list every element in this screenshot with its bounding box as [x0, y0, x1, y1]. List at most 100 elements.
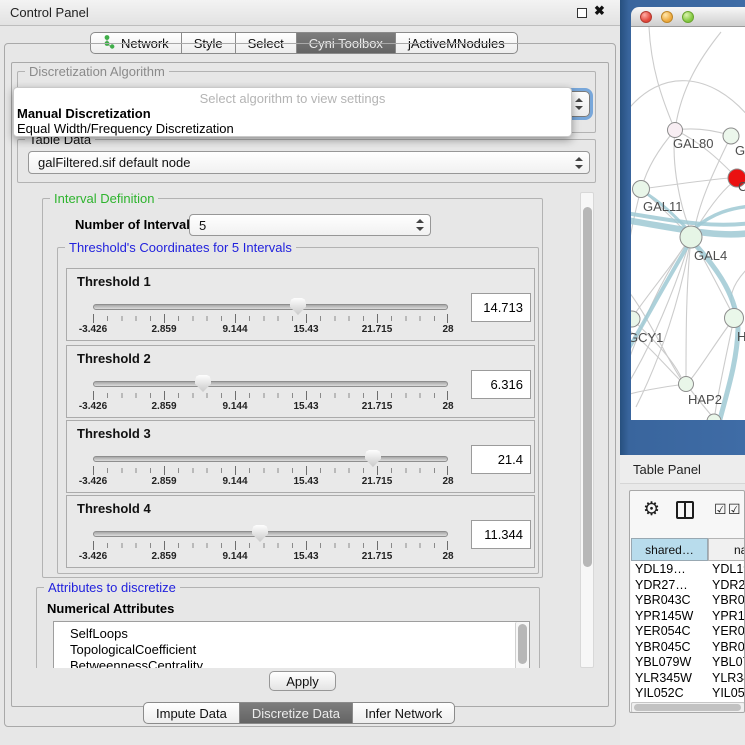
- table-hscrollbar-thumb[interactable]: [634, 704, 741, 711]
- table-row[interactable]: YIL052CYIL05: [631, 685, 745, 701]
- node-label: GAL4: [694, 248, 727, 263]
- algorithm-popup-prompt: Select algorithm to view settings: [14, 91, 571, 106]
- table-horizontal-scrollbar[interactable]: [631, 702, 745, 713]
- threshold-slider[interactable]: -3.4262.8599.14415.4321.71528: [93, 346, 448, 419]
- columns-icon[interactable]: [676, 501, 694, 519]
- network-window-titlebar[interactable]: [631, 7, 745, 27]
- slider-major-tick: [93, 391, 94, 400]
- minimize-traffic-light-icon[interactable]: [661, 11, 673, 23]
- interval-definition-group: Interval Definition Number of Intervals …: [42, 198, 543, 578]
- attribute-list-item[interactable]: TopologicalCoefficient: [70, 642, 196, 657]
- table-row[interactable]: YDR27…YDR27: [631, 577, 745, 593]
- table-row[interactable]: YBL079WYBL07: [631, 654, 745, 670]
- number-of-intervals-combobox[interactable]: 5: [189, 214, 431, 236]
- number-of-intervals-label: Number of Intervals: [75, 217, 197, 232]
- slider-tick-label: 28: [442, 324, 453, 335]
- slider-thumb[interactable]: [365, 450, 381, 467]
- table-data-combobox[interactable]: galFiltered.sif default node: [28, 151, 590, 174]
- attribute-list-item[interactable]: SelfLoops: [70, 626, 128, 641]
- threshold-slider[interactable]: -3.4262.8599.14415.4321.71528: [93, 269, 448, 342]
- gear-icon[interactable]: ⚙: [643, 500, 660, 519]
- network-edge[interactable]: [631, 384, 686, 395]
- table-toolbar: ⚙ ☑ ☑: [630, 491, 744, 538]
- slider-thumb[interactable]: [195, 375, 211, 392]
- slider-major-tick: [306, 466, 307, 475]
- threshold-value-field[interactable]: [471, 445, 531, 474]
- slider-tick-label: 2.859: [151, 401, 176, 412]
- network-edge[interactable]: [631, 189, 641, 287]
- threshold-value-field[interactable]: [471, 370, 531, 399]
- node-green-right[interactable]: [723, 128, 739, 144]
- column-header-name[interactable]: na: [708, 538, 745, 561]
- checkbox-icon[interactable]: ☑: [728, 502, 741, 516]
- slider-thumb[interactable]: [290, 298, 306, 315]
- algorithm-option[interactable]: Manual Discretization: [17, 106, 151, 121]
- close-icon[interactable]: ✖: [594, 3, 605, 19]
- float-window-icon[interactable]: [577, 8, 587, 18]
- cell-name: YDR27: [712, 578, 745, 592]
- thresholds-group: Threshold's Coordinates for 5 Intervals …: [57, 247, 539, 574]
- slider-tick-label: 9.144: [222, 401, 247, 412]
- checkbox-icon[interactable]: ☑: [714, 502, 727, 516]
- tab-impute-data[interactable]: Impute Data: [143, 702, 240, 724]
- algorithm-option[interactable]: Equal Width/Frequency Discretization: [17, 121, 234, 136]
- node-gal11[interactable]: [633, 181, 650, 198]
- node-hap2[interactable]: [679, 377, 694, 392]
- table-row[interactable]: YER054CYER05: [631, 623, 745, 639]
- network-edge[interactable]: [631, 81, 745, 117]
- network-edge[interactable]: [649, 27, 675, 130]
- zoom-traffic-light-icon[interactable]: [682, 11, 694, 23]
- threshold-slider[interactable]: -3.4262.8599.14415.4321.71528: [93, 496, 448, 569]
- network-edge[interactable]: [631, 237, 691, 387]
- table-row[interactable]: YDL19…YDL19: [631, 561, 745, 577]
- tab-infer-network[interactable]: Infer Network: [352, 702, 455, 724]
- threshold-slider[interactable]: -3.4262.8599.14415.4321.71528: [93, 421, 448, 494]
- network-edge[interactable]: [642, 130, 675, 187]
- settings-scrollbar[interactable]: [580, 192, 594, 668]
- node-gcy1[interactable]: [631, 311, 640, 327]
- table-row[interactable]: YPR145WYPR14: [631, 608, 745, 624]
- slider-major-tick: [93, 541, 94, 550]
- slider-thumb[interactable]: [252, 525, 268, 542]
- table-row[interactable]: YBR045CYBR04: [631, 639, 745, 655]
- tab-label: Discretize Data: [252, 706, 340, 721]
- slider-tick-label: 15.43: [293, 476, 318, 487]
- slider-track[interactable]: [93, 381, 448, 387]
- cell-name: YBR04: [712, 593, 745, 607]
- threshold-value-field[interactable]: [471, 520, 531, 549]
- slider-track[interactable]: [93, 531, 448, 537]
- slider-tick-label: 9.144: [222, 324, 247, 335]
- slider-track[interactable]: [93, 456, 448, 462]
- node-gal4[interactable]: [680, 226, 702, 248]
- attributes-group-title: Attributes to discretize: [44, 580, 180, 595]
- settings-scrollbar-thumb[interactable]: [583, 207, 592, 567]
- close-traffic-light-icon[interactable]: [640, 11, 652, 23]
- node-label: H: [737, 329, 745, 344]
- network-canvas[interactable]: GAL80GACGAL11GAL4GCY1HHAP2: [631, 27, 745, 420]
- node-h[interactable]: [725, 309, 744, 328]
- cell-shared-name: YBR045C: [635, 640, 691, 654]
- network-edge[interactable]: [641, 178, 729, 189]
- cell-shared-name: YIL052C: [635, 686, 684, 700]
- cell-shared-name: YER054C: [635, 624, 691, 638]
- combo-arrows-icon: [415, 219, 424, 231]
- attributes-list-scrollbar-thumb[interactable]: [518, 624, 527, 664]
- slider-major-tick: [306, 391, 307, 400]
- slider-major-tick: [306, 314, 307, 323]
- numerical-attributes-list[interactable]: SelfLoopsTopologicalCoefficientBetweenne…: [53, 621, 530, 668]
- slider-track[interactable]: [93, 304, 448, 310]
- apply-button[interactable]: Apply: [269, 671, 336, 691]
- tab-label: Impute Data: [156, 706, 227, 721]
- slider-tick-label: -3.426: [79, 401, 107, 412]
- threshold-value-field[interactable]: [471, 293, 531, 322]
- table-row[interactable]: YLR345WYLR34: [631, 670, 745, 686]
- table-row[interactable]: YBR043CYBR04: [631, 592, 745, 608]
- tab-discretize-data[interactable]: Discretize Data: [239, 702, 353, 724]
- column-header-shared[interactable]: shared…: [631, 538, 708, 561]
- cell-shared-name: YPR145W: [635, 609, 693, 623]
- table-data-group: Table Data galFiltered.sif default node: [17, 139, 596, 183]
- attribute-list-item[interactable]: BetweennessCentrality: [70, 658, 203, 668]
- network-view-window: GAL80GACGAL11GAL4GCY1HHAP2: [620, 0, 745, 455]
- combo-arrows-icon: [574, 157, 583, 169]
- attributes-list-scrollbar[interactable]: [515, 622, 529, 668]
